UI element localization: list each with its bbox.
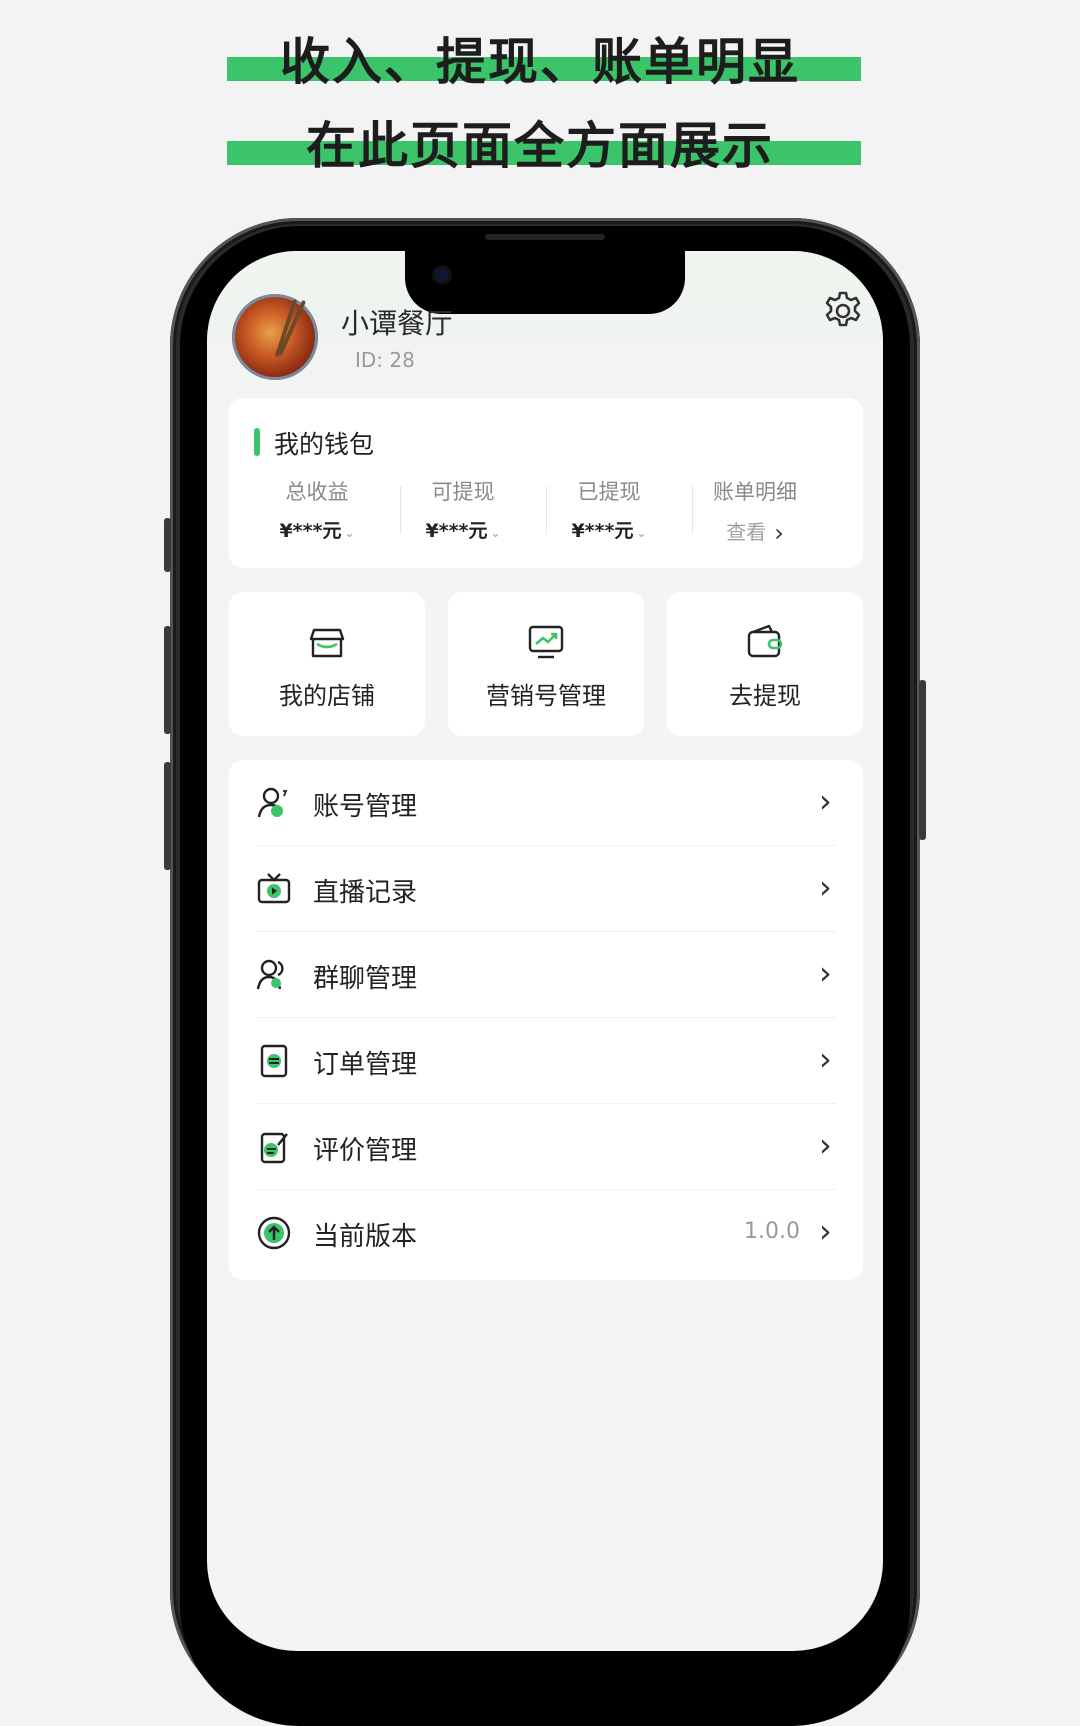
stat-value: ¥***元 ⌄	[425, 520, 501, 542]
menu-label: 群聊管理	[313, 964, 418, 994]
bill-details-link[interactable]: 账单明细 查看 ›	[682, 476, 828, 547]
view-link[interactable]: 查看	[726, 520, 766, 544]
volume-up-button	[164, 626, 171, 734]
power-button	[919, 680, 926, 840]
tile-label: 去提现	[729, 682, 801, 710]
chevron-right-icon: ›	[819, 1212, 832, 1250]
section-accent-bar	[254, 428, 260, 456]
order-icon	[260, 1044, 288, 1078]
tile-withdraw[interactable]: 去提现	[667, 592, 863, 736]
chevron-down-icon: ⌄	[490, 526, 501, 540]
stat-withdrawable[interactable]: 可提现 ¥***元 ⌄	[390, 476, 536, 543]
chevron-down-icon: ⌄	[344, 526, 355, 540]
stat-total-income[interactable]: 总收益 ¥***元 ⌄	[244, 476, 390, 543]
earpiece-speaker	[485, 234, 605, 240]
stat-label: 账单明细	[713, 480, 797, 504]
menu-item-version[interactable]: 当前版本 1.0.0 ›	[229, 1190, 863, 1276]
stat-withdrawn[interactable]: 已提现 ¥***元 ⌄	[536, 476, 682, 543]
shop-id: ID: 28	[355, 348, 415, 372]
chevron-right-icon: ›	[819, 782, 832, 820]
volume-down-button	[164, 762, 171, 870]
mute-switch	[164, 518, 171, 572]
account-icon	[257, 787, 288, 818]
tile-label: 营销号管理	[486, 682, 606, 710]
promo-text: 在此页面全方面展示	[306, 117, 774, 175]
chevron-down-icon: ⌄	[636, 526, 647, 540]
stat-label: 已提现	[577, 480, 641, 504]
stat-label: 可提现	[431, 480, 495, 504]
chevron-right-icon: ›	[774, 519, 784, 547]
stat-value: ¥***元 ⌄	[279, 520, 355, 542]
monitor-trend-icon	[528, 625, 564, 659]
version-number: 1.0.0	[744, 1219, 800, 1244]
stat-value: ¥***元 ⌄	[571, 520, 647, 542]
chevron-right-icon: ›	[819, 1040, 832, 1078]
tile-marketing[interactable]: 营销号管理	[448, 592, 644, 736]
review-icon	[260, 1132, 288, 1164]
menu-item-live-records[interactable]: 直播记录 ›	[229, 846, 863, 932]
wallet-card: 我的钱包 总收益 ¥***元 ⌄ 可提现 ¥***元 ⌄ 已提现 ¥***元 ⌄ 账单…	[229, 398, 863, 568]
menu-item-group-chat[interactable]: 群聊管理 ›	[229, 932, 863, 1018]
wallet-icon	[747, 624, 783, 658]
avatar[interactable]	[232, 294, 318, 380]
chevron-right-icon: ›	[819, 954, 832, 992]
menu-item-reviews[interactable]: 评价管理 ›	[229, 1104, 863, 1190]
chevron-right-icon: ›	[819, 868, 832, 906]
shop-name: 小谭餐厅	[341, 307, 454, 340]
live-tv-icon	[257, 873, 291, 904]
menu-item-account[interactable]: 账号管理 ›	[229, 760, 863, 846]
menu-label: 当前版本	[313, 1222, 418, 1252]
upgrade-icon	[257, 1216, 291, 1250]
promo-text: 收入、提现、账单明显	[280, 33, 800, 91]
menu-label: 订单管理	[313, 1050, 418, 1080]
menu-label: 评价管理	[313, 1136, 418, 1166]
menu-item-orders[interactable]: 订单管理 ›	[229, 1018, 863, 1104]
menu-label: 账号管理	[313, 792, 418, 822]
stat-label: 总收益	[285, 480, 349, 504]
wallet-title: 我的钱包	[274, 430, 375, 459]
tile-my-store[interactable]: 我的店铺	[229, 592, 425, 736]
settings-menu: 账号管理 › 直播记录 › 群聊管理 › 订单管理 › 评价管理 › 当前版本 …	[229, 760, 863, 1280]
store-icon	[309, 628, 345, 658]
front-camera	[435, 268, 449, 282]
chevron-right-icon: ›	[819, 1126, 832, 1164]
group-icon	[256, 959, 284, 990]
menu-label: 直播记录	[313, 878, 418, 908]
gear-icon[interactable]	[822, 290, 864, 332]
tile-label: 我的店铺	[279, 682, 375, 710]
